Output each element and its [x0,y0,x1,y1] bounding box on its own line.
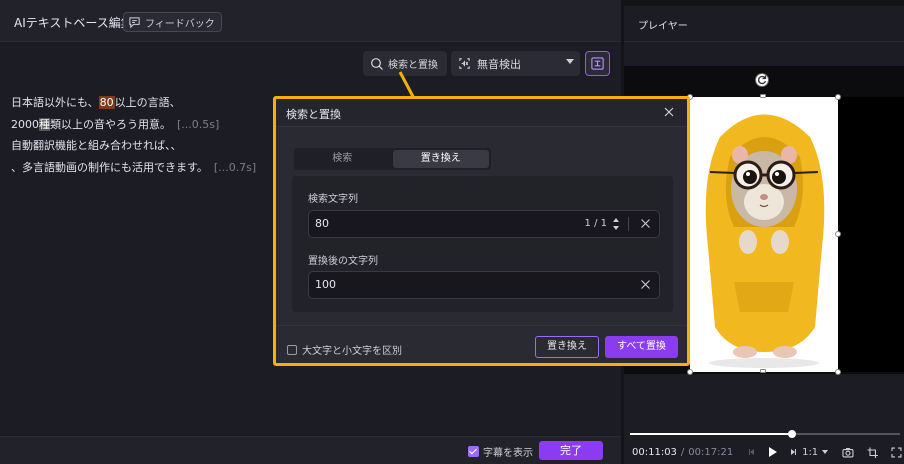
done-button[interactable]: 完了 [539,441,603,460]
search-field-label: 検索文字列 [308,194,358,205]
text-segment: 類以上の音やろう用意。 [50,117,171,131]
text-edit-header: AIテキストベース編集 フィードバック [0,0,621,42]
replace-button[interactable]: 置き換え [535,336,599,358]
zoom-ratio[interactable]: 1:1 [802,447,818,458]
silence-detect-label: 無音検出 [477,57,521,71]
playback-timeline[interactable] [630,430,900,438]
timeline-progress [630,433,792,435]
mode-tabs: 検索 置き換え [294,148,491,170]
match-count: 1 / 1 [584,218,607,229]
feedback-button[interactable]: フィードバック [123,12,222,32]
search-replace-label: 検索と置換 [388,60,438,71]
dialog-header: 検索と置換 [276,99,687,127]
transcript-text[interactable]: 日本語以外にも、80以上の言語、 2000種類以上の音やろう用意。 [...0.5… [11,92,256,178]
show-subtitles-toggle[interactable]: 字幕を表示 [468,444,533,459]
silence-tag[interactable]: [...0.5s] [177,118,219,131]
player-title: プレイヤー [638,21,688,32]
cursor-highlight: 種 [39,117,50,131]
silence-detect-dropdown[interactable]: 無音検出 [451,51,580,76]
silence-icon [459,58,470,69]
show-subtitles-label: 字幕を表示 [483,448,533,459]
dialog-title: 検索と置換 [286,108,341,121]
match-stepper-icon[interactable] [612,216,620,232]
camera-icon[interactable] [842,447,854,458]
checkbox-checked[interactable] [468,446,479,457]
crop-icon[interactable] [867,447,879,458]
video-frame [690,97,838,372]
chevron-down-icon [566,59,574,64]
case-sensitive-label: 大文字と小文字を区別 [302,346,402,357]
checkbox-unchecked[interactable] [287,344,297,355]
panel-title: AIテキストベース編集 [14,16,133,30]
current-time: 00:11:03 [632,446,677,458]
tab-search[interactable]: 検索 [294,148,391,170]
prev-frame-icon[interactable] [747,447,757,457]
time-separator: / [680,446,685,458]
total-time: 00:17:21 [688,446,734,458]
transcript-line[interactable]: 自動翻訳機能と組み合わせれば、、 [11,135,256,157]
fullscreen-icon[interactable] [891,446,902,458]
resize-handle[interactable] [835,94,841,100]
text-edit-footer: 字幕を表示 完了 [0,436,621,464]
player-controls: 00:11:03 / 00:17:21 1:1 [632,445,902,459]
text-segment: 自動翻訳機能と組み合わせれば、、 [11,139,182,152]
replace-input-value: 100 [315,278,336,291]
resize-handle[interactable] [835,231,841,237]
subtitle-layout-button[interactable] [585,51,610,76]
case-sensitive-option[interactable]: 大文字と小文字を区別 [287,342,402,357]
next-frame-icon[interactable] [788,447,798,457]
letterbox-area [838,97,904,372]
replace-form: 検索文字列 80 1 / 1 置換後の文字列 100 [292,176,673,312]
search-icon [371,57,383,70]
text-segment: 以上の言語、 [114,96,181,109]
transcript-line[interactable]: 2000種類以上の音やろう用意。 [...0.5s] [11,114,256,136]
transcript-line[interactable]: 日本語以外にも、80以上の言語、 [11,92,256,114]
search-input-value: 80 [315,217,329,230]
search-replace-dialog: 検索と置換 検索 置き換え 検索文字列 80 1 / 1 置換後の文字列 100 [273,96,690,366]
text-segment: 、多言語動画の制作にも活用できます。 [11,160,208,174]
play-icon[interactable] [767,446,778,458]
resize-handle[interactable] [687,369,693,375]
divider [628,217,629,231]
text-segment: 日本語以外にも、 [11,96,99,109]
chevron-down-icon[interactable] [822,450,829,454]
text-segment: 2000 [11,117,39,131]
clear-icon[interactable] [640,279,651,290]
player-header: プレイヤー [624,6,904,42]
divider [276,325,687,326]
playhead[interactable] [788,430,796,438]
text-frame-icon [591,57,604,70]
feedback-label: フィードバック [145,18,215,30]
replace-field-label: 置換後の文字列 [308,256,378,267]
resize-handle[interactable] [835,369,841,375]
clear-icon[interactable] [640,218,651,229]
search-match-highlight: 80 [98,96,115,109]
rotate-handle[interactable] [755,73,769,87]
hamster-image [705,114,825,368]
silence-tag[interactable]: [...0.7s] [214,161,256,174]
rotate-icon [758,75,767,85]
close-icon[interactable] [663,106,675,118]
replace-all-button[interactable]: すべて置換 [605,336,678,358]
chat-bubble-icon [129,16,140,28]
transcript-line[interactable]: 、多言語動画の制作にも活用できます。 [...0.7s] [11,157,256,179]
tab-replace[interactable]: 置き換え [392,150,489,168]
search-input[interactable]: 80 1 / 1 [308,210,660,238]
app-window: AIテキストベース編集 フィードバック 検索と置換 無音検出 日本語以外にも、8… [0,0,904,464]
resize-handle[interactable] [760,94,766,98]
replace-input[interactable]: 100 [308,271,660,299]
resize-handle[interactable] [760,369,766,373]
